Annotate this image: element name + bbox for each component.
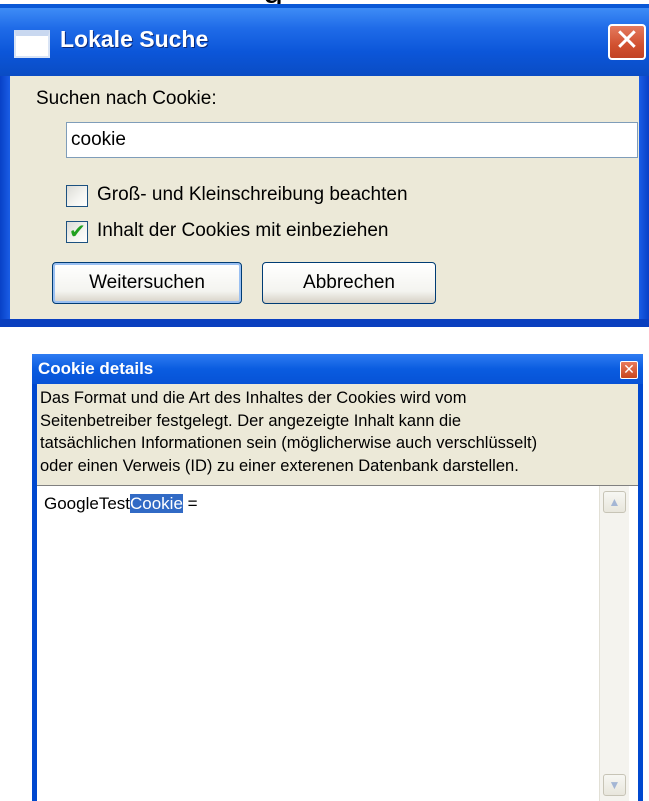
cookie-details-title: Cookie details: [38, 359, 154, 378]
search-highlight: Cookie: [130, 494, 183, 513]
cookie-name-prefix: GoogleTest: [44, 494, 130, 513]
vertical-scrollbar[interactable]: ▲ ▼: [599, 486, 629, 801]
down-arrow-icon[interactable]: ▼: [603, 774, 626, 796]
window-frame-right: [638, 384, 643, 801]
page: g Lokale Suche ✕ Suchen nach Cookie: coo…: [0, 0, 649, 801]
cookie-description: Das Format und die Art des Inhaltes der …: [37, 384, 638, 485]
cookie-details-titlebar[interactable]: Cookie details ✕: [32, 354, 643, 384]
window-frame-bottom: [0, 319, 649, 327]
window-frame-right: [639, 76, 649, 327]
up-arrow-icon[interactable]: ▲: [603, 491, 626, 513]
close-icon: ✕: [614, 24, 640, 57]
search-label: Suchen nach Cookie:: [36, 88, 217, 109]
cookie-details-dialog: Cookie details ✕ Das Format und die Art …: [32, 354, 643, 801]
description-line: tatsächlichen Informationen sein (möglic…: [40, 434, 538, 452]
description-line: Seitenbetreiber festgelegt. Der angezeig…: [40, 411, 462, 430]
match-case-label: Groß- und Kleinschreibung beachten: [97, 184, 408, 205]
window-icon: [14, 30, 50, 58]
cancel-button[interactable]: Abbrechen: [262, 262, 436, 304]
search-dialog: Lokale Suche ✕ Suchen nach Cookie: cooki…: [0, 4, 649, 327]
search-dialog-title: Lokale Suche: [60, 26, 209, 52]
cookie-content-text[interactable]: GoogleTestCookie =: [44, 494, 198, 514]
include-content-checkbox[interactable]: ✔: [66, 221, 88, 243]
find-next-button[interactable]: Weitersuchen: [52, 262, 242, 304]
search-input[interactable]: cookie: [66, 122, 638, 158]
match-case-option[interactable]: Groß- und Kleinschreibung beachten: [66, 184, 486, 209]
cookie-content-area[interactable]: GoogleTestCookie = ▲ ▼: [37, 485, 638, 801]
cookie-value-separator: =: [182, 494, 198, 513]
description-line: Das Format und die Art des Inhaltes der …: [40, 389, 467, 407]
include-content-option[interactable]: ✔ Inhalt der Cookies mit einbeziehen: [66, 220, 486, 245]
match-case-checkbox[interactable]: [66, 185, 88, 207]
search-dialog-body: Suchen nach Cookie: cookie Groß- und Kle…: [10, 76, 639, 319]
close-icon: ✕: [623, 361, 635, 377]
description-line: oder einen Verweis (ID) zu einer exteren…: [40, 456, 519, 475]
checkmark-icon: ✔: [69, 221, 86, 243]
search-dialog-titlebar[interactable]: Lokale Suche ✕: [0, 4, 649, 76]
close-button[interactable]: ✕: [608, 24, 646, 60]
include-content-label: Inhalt der Cookies mit einbeziehen: [97, 220, 389, 241]
window-frame-left: [0, 76, 10, 327]
close-button[interactable]: ✕: [620, 361, 638, 379]
